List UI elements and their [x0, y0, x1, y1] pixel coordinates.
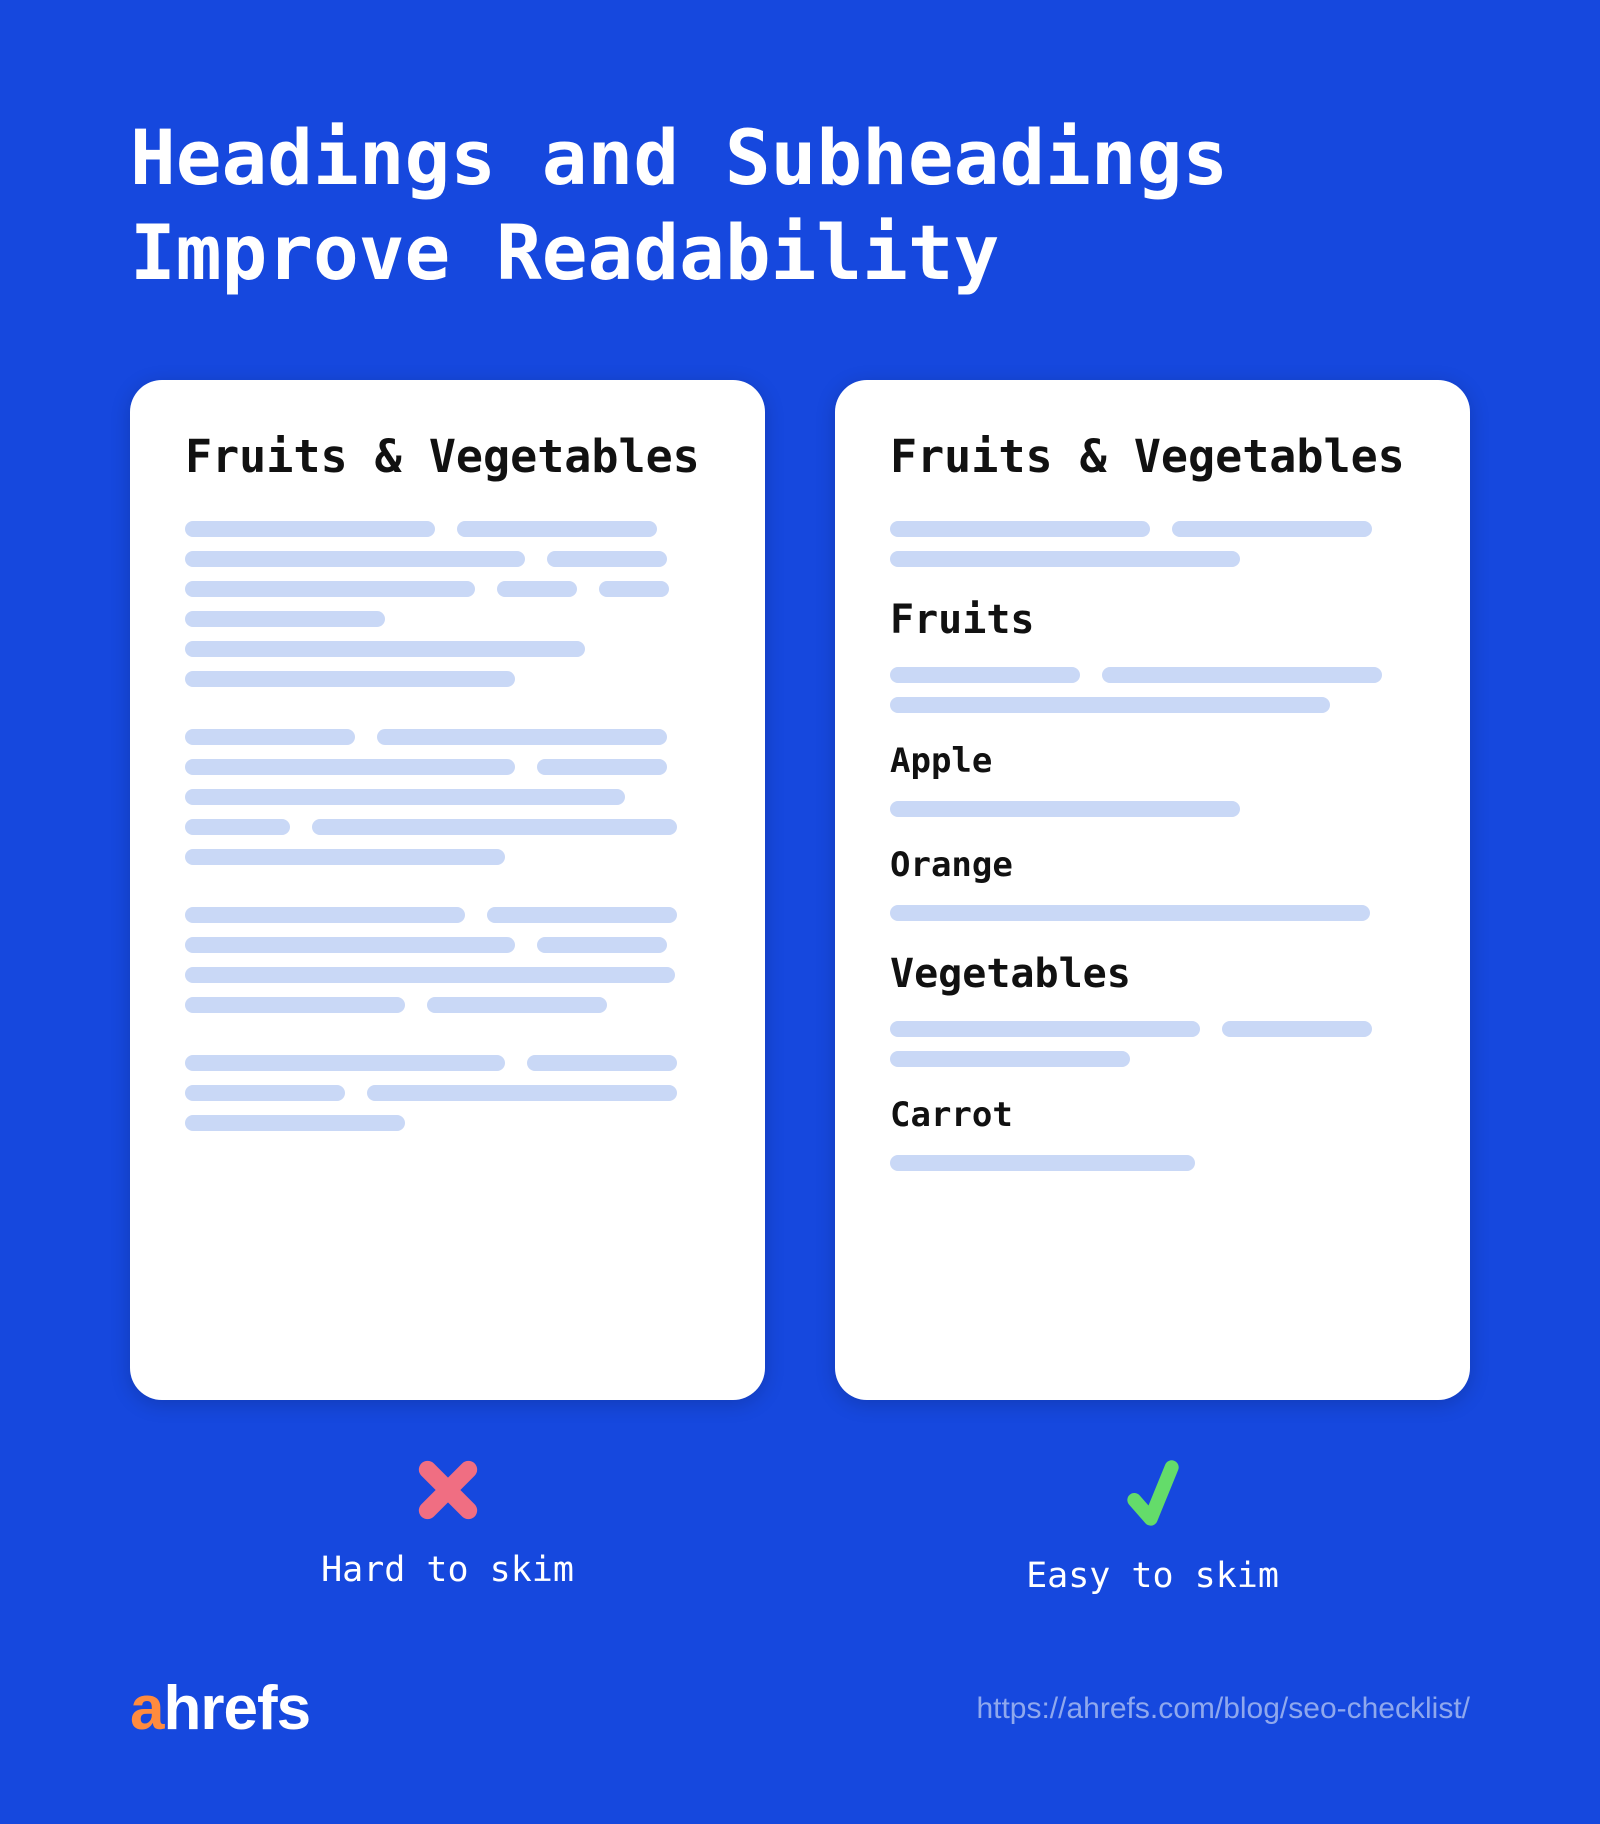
paragraph-placeholder [890, 1021, 1415, 1067]
logo-letter-a: a [130, 1673, 163, 1744]
text-line [890, 1051, 1130, 1067]
text-line [1172, 521, 1372, 537]
text-line [487, 907, 677, 923]
text-line [890, 1021, 1200, 1037]
text-line [890, 1155, 1195, 1171]
text-line [185, 1085, 345, 1101]
paragraph-placeholder [890, 905, 1415, 921]
text-line [185, 819, 290, 835]
text-line [185, 759, 515, 775]
text-line [890, 905, 1370, 921]
subheading-fruits: Fruits [890, 597, 1415, 643]
paragraph-placeholder [185, 729, 710, 865]
subheading-apple: Apple [890, 741, 1415, 781]
paragraph-placeholder [890, 521, 1415, 567]
text-line [185, 967, 675, 983]
text-line [185, 581, 475, 597]
text-line [537, 759, 667, 775]
subheading-carrot: Carrot [890, 1095, 1415, 1135]
status-label: Hard to skim [321, 1550, 574, 1590]
text-line [527, 1055, 677, 1071]
subheading-orange: Orange [890, 845, 1415, 885]
text-line [312, 819, 677, 835]
text-line [185, 671, 515, 687]
ahrefs-logo: ahrefs [130, 1673, 310, 1744]
text-line [547, 551, 667, 567]
text-line [185, 551, 525, 567]
page-title: Headings and Subheadings Improve Readabi… [0, 0, 1600, 300]
card-easy-to-skim: Fruits & Vegetables Fruits Apple [835, 380, 1470, 1400]
text-line [185, 789, 625, 805]
status-label: Easy to skim [1026, 1556, 1279, 1596]
text-line [367, 1085, 677, 1101]
text-line [185, 611, 385, 627]
text-line [377, 729, 667, 745]
paragraph-placeholder [185, 521, 710, 687]
text-line [185, 641, 585, 657]
paragraph-placeholder [890, 801, 1415, 817]
text-line [1222, 1021, 1372, 1037]
text-line [890, 551, 1240, 567]
status-bad: Hard to skim [321, 1455, 574, 1590]
card-title: Fruits & Vegetables [185, 430, 710, 483]
paragraph-placeholder [890, 1155, 1415, 1171]
source-url: https://ahrefs.com/blog/seo-checklist/ [976, 1692, 1470, 1726]
text-line [427, 997, 607, 1013]
text-line [1102, 667, 1382, 683]
check-icon [1125, 1455, 1181, 1531]
footer: ahrefs https://ahrefs.com/blog/seo-check… [130, 1673, 1470, 1744]
text-line [185, 1055, 505, 1071]
text-line [890, 801, 1240, 817]
status-good: Easy to skim [1026, 1455, 1279, 1596]
subheading-vegetables: Vegetables [890, 951, 1415, 997]
column-left: Fruits & Vegetables [130, 380, 765, 1596]
text-line [890, 521, 1150, 537]
text-line [890, 667, 1080, 683]
text-line [185, 907, 465, 923]
card-title: Fruits & Vegetables [890, 430, 1415, 483]
text-line [185, 997, 405, 1013]
paragraph-placeholder [185, 1055, 710, 1131]
logo-text: hrefs [163, 1673, 310, 1744]
text-line [497, 581, 577, 597]
paragraph-placeholder [890, 667, 1415, 713]
text-line [457, 521, 657, 537]
text-line [185, 849, 505, 865]
column-right: Fruits & Vegetables Fruits Apple [835, 380, 1470, 1596]
text-line [890, 697, 1330, 713]
text-line [185, 729, 355, 745]
paragraph-placeholder [185, 907, 710, 1013]
text-line [599, 581, 669, 597]
text-line [185, 1115, 405, 1131]
x-icon [413, 1455, 483, 1525]
text-line [537, 937, 667, 953]
text-line [185, 521, 435, 537]
card-hard-to-skim: Fruits & Vegetables [130, 380, 765, 1400]
card-row: Fruits & Vegetables [0, 300, 1600, 1596]
text-line [185, 937, 515, 953]
